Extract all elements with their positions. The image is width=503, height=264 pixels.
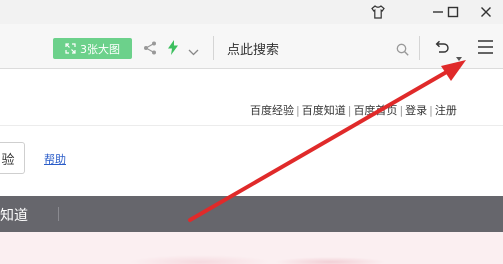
- speed-mode-icon[interactable]: [167, 40, 179, 59]
- caret-glyph: [456, 57, 462, 61]
- skin-shirt-icon[interactable]: [363, 0, 393, 24]
- link-separator: |: [399, 104, 404, 117]
- category-nav-bar: [0, 196, 503, 232]
- search-icon[interactable]: [396, 41, 409, 60]
- link-separator: |: [296, 104, 300, 117]
- link-baidu-zhidao[interactable]: 百度知道: [302, 104, 346, 117]
- toolbar-separator: [419, 36, 420, 60]
- hamburger-glyph: [478, 40, 493, 54]
- magnifier-glyph: [396, 43, 409, 56]
- menu-hamburger-icon[interactable]: [477, 39, 494, 59]
- chevron-down-icon[interactable]: [188, 42, 199, 61]
- link-baidu-home[interactable]: 百度首页: [353, 104, 397, 117]
- nav-item-zhidao[interactable]: 知道: [0, 205, 28, 225]
- link-separator: |: [347, 104, 352, 117]
- link-register[interactable]: 注册: [435, 104, 457, 117]
- lightning-glyph: [168, 40, 178, 55]
- help-link[interactable]: 帮助: [44, 151, 66, 167]
- expand-icon: [65, 43, 76, 54]
- chevron-glyph: [188, 49, 199, 56]
- close-icon[interactable]: [471, 0, 501, 24]
- link-login[interactable]: 登录: [405, 104, 427, 117]
- search-experience-label: 验: [1, 152, 15, 168]
- banner-background: [0, 232, 503, 264]
- undo-close-tab-icon[interactable]: [434, 39, 450, 59]
- share-icon[interactable]: [143, 40, 157, 59]
- nav-separator: [58, 207, 59, 221]
- share-glyph: [144, 41, 156, 55]
- undo-glyph: [435, 40, 449, 53]
- images-button-label: 3张大图: [80, 42, 120, 56]
- maximize-icon[interactable]: [438, 0, 468, 24]
- top-links: 百度经验 | 百度知道 | 百度首页 | 登录 | 注册: [250, 102, 457, 118]
- maximize-glyph: [447, 6, 459, 18]
- images-button[interactable]: 3张大图: [53, 38, 132, 59]
- link-separator: |: [429, 104, 433, 117]
- search-input[interactable]: 点此搜索: [227, 39, 279, 58]
- header-divider: [0, 125, 503, 126]
- caret-down-icon[interactable]: [456, 46, 462, 65]
- shirt-glyph: [371, 5, 385, 19]
- toolbar-separator: [213, 36, 214, 60]
- close-glyph: [481, 7, 491, 17]
- search-experience-button[interactable]: 验: [0, 142, 25, 174]
- link-baidu-jingyan[interactable]: 百度经验: [250, 104, 294, 117]
